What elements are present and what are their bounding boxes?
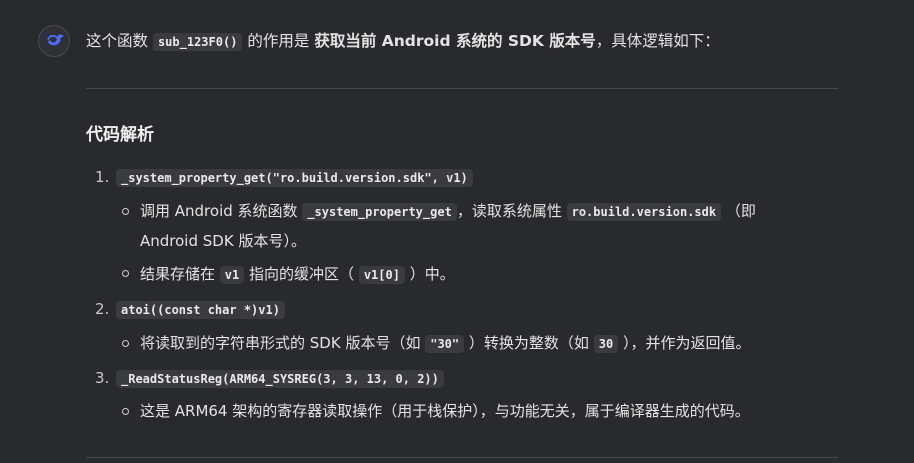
code-snippet: "30": [425, 335, 465, 353]
list-number: 3.: [95, 369, 110, 387]
code-snippet: v1: [219, 266, 245, 284]
function-name-code: sub_123F0(): [152, 33, 243, 51]
hollow-circle-icon: [122, 270, 129, 277]
bullet-text: Android SDK 版本号）。: [140, 232, 306, 250]
message-content: 这个函数 sub_123F0() 的作用是 获取当前 Android 系统的 S…: [86, 28, 838, 54]
bullet-text: 调用 Android 系统函数: [140, 202, 298, 220]
list-item-code-line: atoi((const char *)v1): [116, 298, 285, 321]
hollow-circle-icon: [122, 208, 129, 215]
code-snippet: _system_property_get: [302, 203, 457, 221]
code-snippet: v1[0]: [358, 266, 405, 284]
code-snippet: _ReadStatusReg(ARM64_SYSREG(3, 3, 13, 0,…: [116, 370, 444, 388]
assistant-avatar: [38, 25, 70, 57]
list-item: 结果存储在 v1 指向的缓冲区（ v1[0] ）中。: [140, 263, 455, 286]
list-number: 2.: [95, 300, 110, 318]
bullet-text: （即: [725, 202, 756, 220]
bullet-text: ，读取系统属性: [456, 202, 562, 220]
code-snippet: ro.build.version.sdk: [566, 203, 722, 221]
bullet-text: ），并作为返回值。: [622, 334, 751, 352]
bullet-text: 结果存储在: [140, 265, 216, 283]
list-item-code-line: _system_property_get("ro.build.version.s…: [116, 166, 473, 189]
divider: [86, 457, 838, 458]
intro-bold-text: 获取当前 Android 系统的 SDK 版本号: [314, 32, 596, 50]
bullet-text: 将读取到的字符串形式的 SDK 版本号（如: [140, 334, 421, 352]
list-item: 调用 Android 系统函数 _system_property_get ，读取系…: [140, 200, 756, 223]
hollow-circle-icon: [122, 340, 129, 347]
bullet-text: ）转换为整数（如: [468, 334, 589, 352]
code-snippet: _system_property_get("ro.build.version.s…: [116, 169, 473, 187]
list-item-continuation: Android SDK 版本号）。: [140, 230, 306, 252]
intro-paragraph: 这个函数 sub_123F0() 的作用是 获取当前 Android 系统的 S…: [86, 28, 838, 54]
bullet-text: ）中。: [409, 265, 455, 283]
bullet-text: 这是 ARM64 架构的寄存器读取操作（用于栈保护），与功能无关，属于编译器生成…: [140, 402, 750, 420]
list-item: 将读取到的字符串形式的 SDK 版本号（如 "30" ）转换为整数（如 30 ）…: [140, 332, 750, 355]
hollow-circle-icon: [122, 408, 129, 415]
intro-text: ，具体逻辑如下：: [595, 32, 720, 50]
section-heading: 代码解析: [86, 125, 154, 145]
code-snippet: 30: [593, 335, 619, 353]
intro-text: 的作用是: [247, 32, 310, 50]
list-number: 1.: [95, 168, 110, 186]
list-item: 这是 ARM64 架构的寄存器读取操作（用于栈保护），与功能无关，属于编译器生成…: [140, 400, 750, 422]
bullet-text: 指向的缓冲区（: [249, 265, 355, 283]
list-item-code-line: _ReadStatusReg(ARM64_SYSREG(3, 3, 13, 0,…: [116, 367, 444, 390]
whale-logo-icon: [47, 33, 64, 46]
intro-text: 这个函数: [86, 32, 149, 50]
code-snippet: atoi((const char *)v1): [116, 301, 285, 319]
divider: [86, 88, 838, 89]
